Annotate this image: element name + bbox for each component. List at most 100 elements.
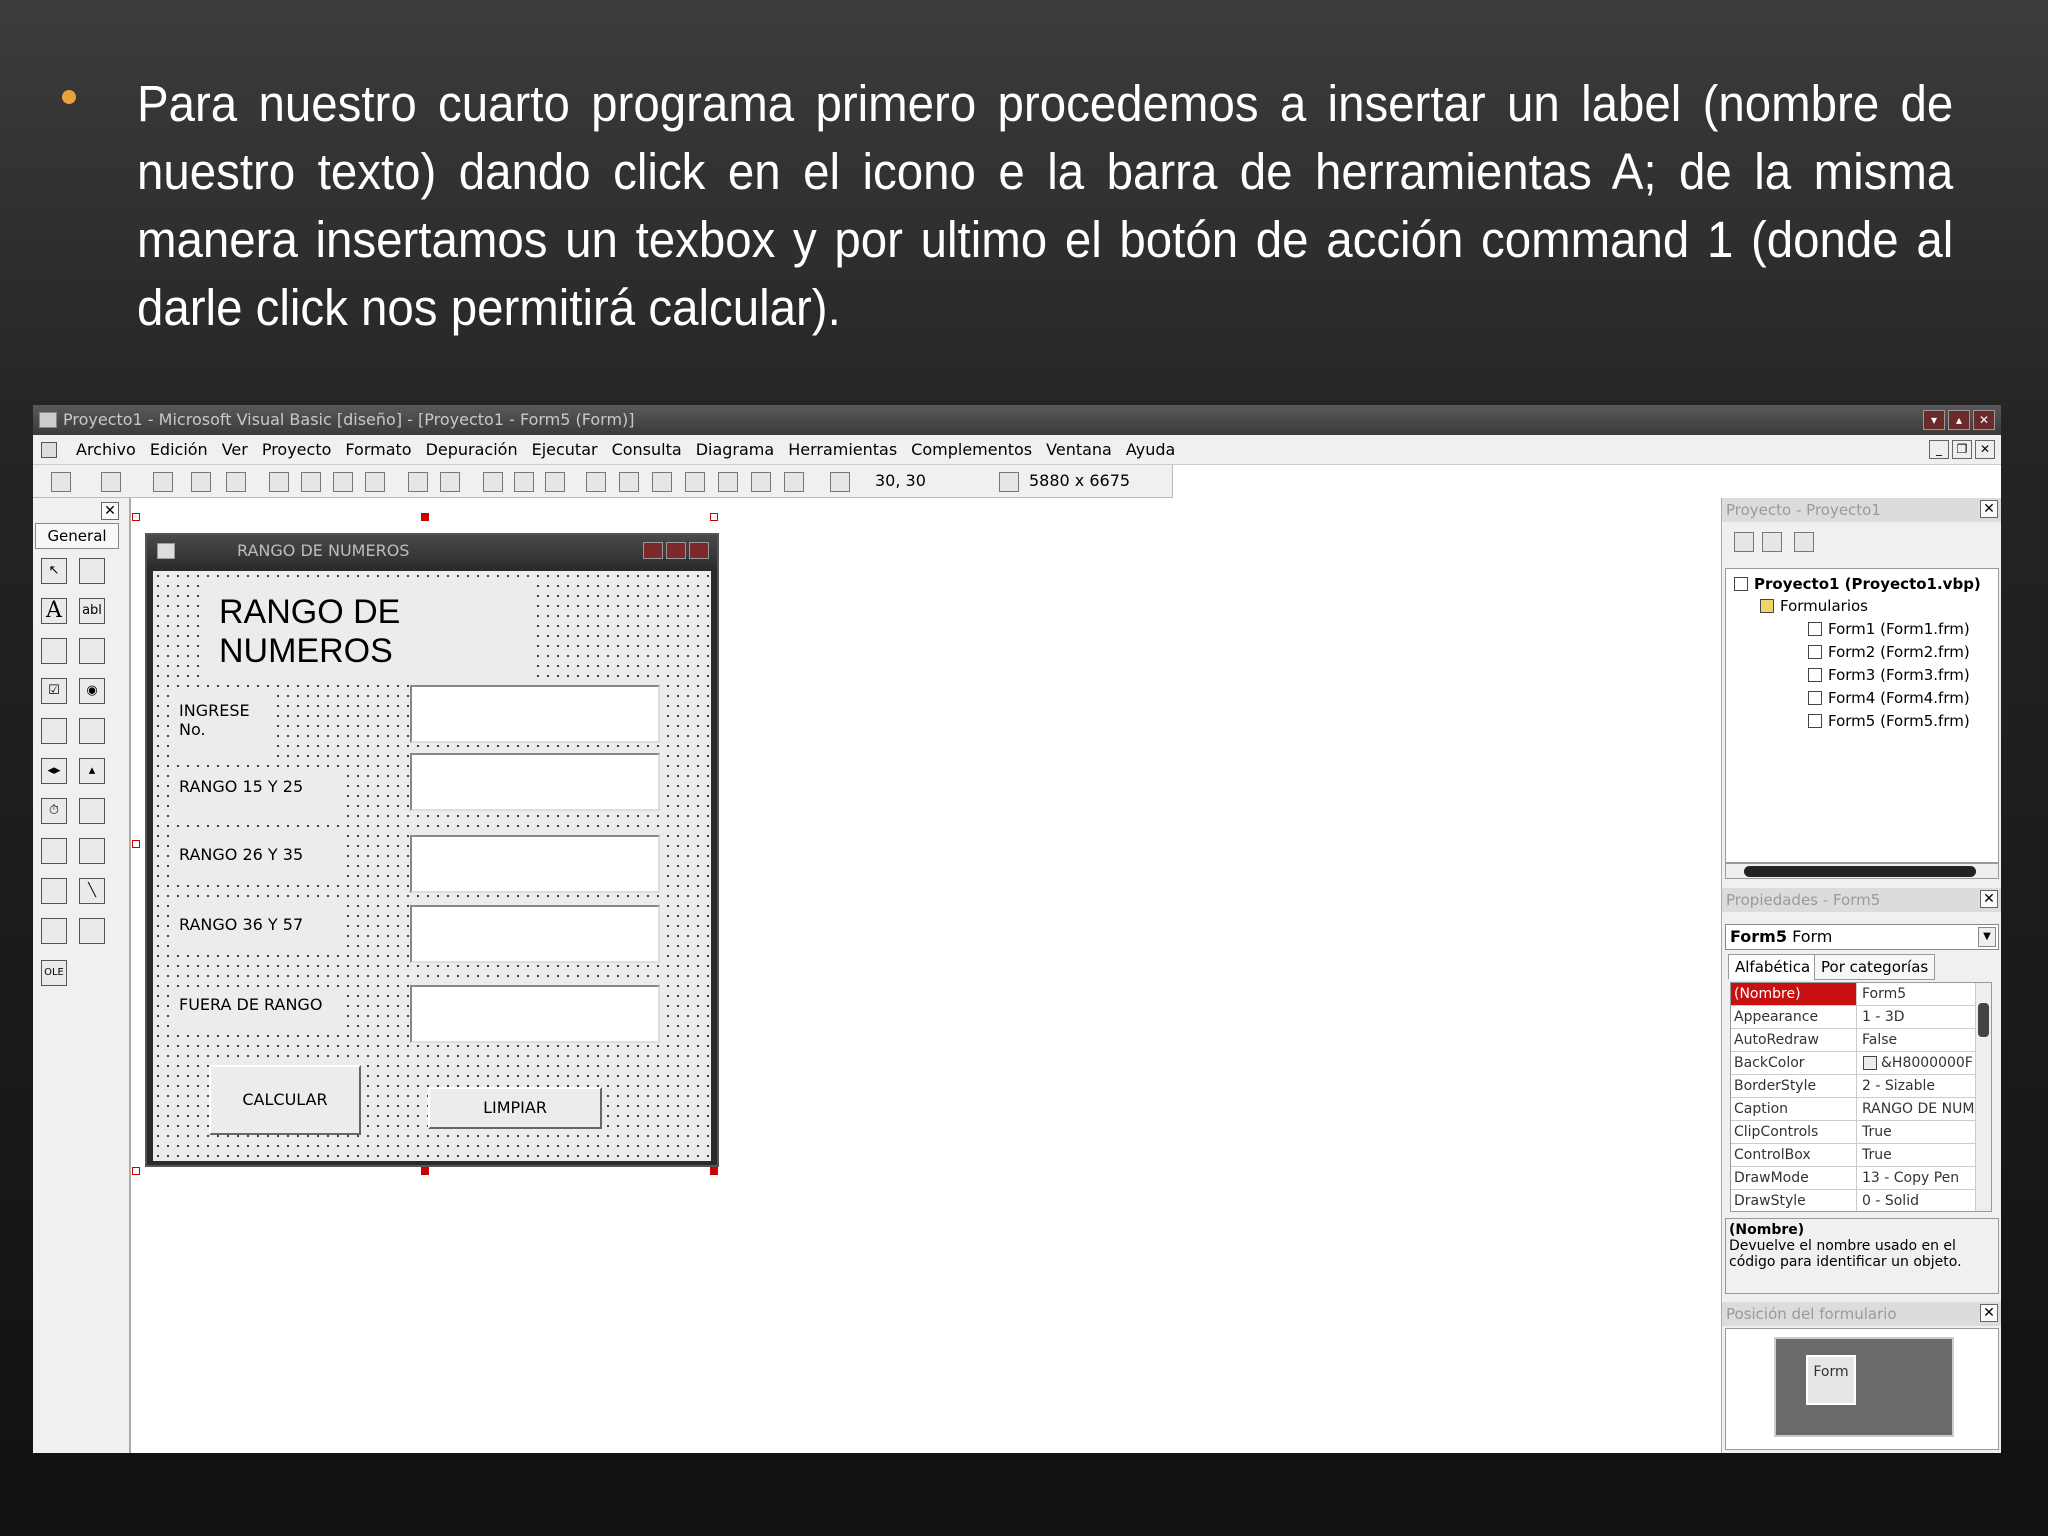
dirlistbox-icon[interactable] [41, 838, 67, 864]
data-view-icon[interactable] [751, 472, 771, 492]
property-value[interactable]: 13 - Copy Pen [1859, 1167, 1975, 1189]
properties-close-icon[interactable]: ✕ [1980, 890, 1998, 908]
object-selector[interactable]: Form5 Form ▼ [1725, 924, 1999, 950]
textbox-fuera-de-rango[interactable] [410, 985, 660, 1043]
tree-item-form4[interactable]: Form4 (Form4.frm) [1808, 689, 1970, 707]
drivelistbox-icon[interactable] [79, 798, 105, 824]
cut-icon[interactable] [269, 472, 289, 492]
project-explorer-icon[interactable] [586, 472, 606, 492]
textbox-rango-36-57[interactable] [410, 905, 660, 963]
ole-icon[interactable]: OLE [41, 960, 67, 986]
mdi-close-icon[interactable]: ✕ [1975, 440, 1995, 459]
frame-icon[interactable] [41, 638, 67, 664]
resize-handle[interactable] [710, 1167, 718, 1175]
data-icon[interactable] [79, 918, 105, 944]
property-value[interactable]: RANGO DE NUMI [1859, 1098, 1975, 1120]
close-icon[interactable]: ✕ [1973, 410, 1995, 430]
open-icon[interactable] [191, 472, 211, 492]
properties-vscrollbar[interactable] [1975, 983, 1991, 1211]
paste-icon[interactable] [333, 472, 353, 492]
property-row[interactable]: Caption RANGO DE NUMI [1731, 1098, 1975, 1121]
property-row[interactable]: BackColor &H8000000F [1731, 1052, 1975, 1075]
toolbox-tab-general[interactable]: General [35, 523, 119, 549]
textbox-icon[interactable]: abl [79, 598, 105, 624]
resize-handle[interactable] [132, 1167, 140, 1175]
property-value[interactable]: True [1859, 1121, 1975, 1143]
redo-icon[interactable] [440, 472, 460, 492]
checkbox-icon[interactable]: ☑ [41, 678, 67, 704]
tree-root[interactable]: Proyecto1 (Proyecto1.vbp) [1734, 575, 1981, 593]
property-row[interactable]: ClipControls True [1731, 1121, 1975, 1144]
property-value[interactable]: 2 - Sizable [1859, 1075, 1975, 1097]
image-icon[interactable] [41, 918, 67, 944]
tree-item-form1[interactable]: Form1 (Form1.frm) [1808, 620, 1970, 638]
menu-diagrama[interactable]: Diagrama [689, 440, 782, 459]
resize-handle[interactable] [132, 513, 140, 521]
vscrollbar-icon[interactable]: ▴ [79, 758, 105, 784]
timer-icon[interactable]: ⏱ [41, 798, 67, 824]
menu-ventana[interactable]: Ventana [1039, 440, 1119, 459]
menu-depuracion[interactable]: Depuración [419, 440, 525, 459]
form-close-icon[interactable] [689, 542, 709, 559]
menu-ver[interactable]: Ver [215, 440, 255, 459]
label-rango-36-57[interactable]: RANGO 36 Y 57 [177, 905, 345, 955]
textbox-rango-26-35[interactable] [410, 835, 660, 893]
save-icon[interactable] [226, 472, 246, 492]
calcular-button[interactable]: CALCULAR [209, 1065, 361, 1135]
filelistbox-icon[interactable] [79, 838, 105, 864]
property-value[interactable]: Form5 [1859, 983, 1975, 1005]
object-browser-icon[interactable] [685, 472, 705, 492]
menu-edicion[interactable]: Edición [143, 440, 215, 459]
project-hscrollbar[interactable] [1725, 863, 1999, 879]
menu-formato[interactable]: Formato [338, 440, 418, 459]
menu-proyecto[interactable]: Proyecto [255, 440, 339, 459]
toolbox-close-icon[interactable]: ✕ [101, 502, 119, 520]
textbox-rango-15-25[interactable] [410, 753, 660, 811]
property-value[interactable]: 0 - Solid [1859, 1190, 1975, 1211]
picturebox-icon[interactable] [79, 558, 105, 584]
toolbox-icon[interactable] [718, 472, 738, 492]
undo-icon[interactable] [408, 472, 428, 492]
form-layout-icon[interactable] [652, 472, 672, 492]
tree-item-form3[interactable]: Form3 (Form3.frm) [1808, 666, 1970, 684]
form-maximize-icon[interactable] [666, 542, 686, 559]
chevron-down-icon[interactable]: ▼ [1978, 927, 1996, 947]
label-fuera-de-rango[interactable]: FUERA DE RANGO [177, 987, 345, 1031]
commandbutton-icon[interactable] [79, 638, 105, 664]
tab-alfabetica[interactable]: Alfabética [1728, 954, 1818, 980]
maximize-icon[interactable]: ▴ [1948, 410, 1970, 430]
menu-herramientas[interactable]: Herramientas [781, 440, 904, 459]
label-rango-15-25[interactable]: RANGO 15 Y 25 [177, 767, 345, 817]
mdi-minimize-icon[interactable]: _ [1929, 440, 1949, 459]
property-row[interactable]: AutoRedraw False [1731, 1029, 1975, 1052]
property-row[interactable]: Appearance 1 - 3D [1731, 1006, 1975, 1029]
tab-por-categorias[interactable]: Por categorías [1814, 954, 1936, 980]
limpiar-button[interactable]: LIMPIAR [428, 1087, 602, 1129]
property-value[interactable]: 1 - 3D [1859, 1006, 1975, 1028]
tree-item-form2[interactable]: Form2 (Form2.frm) [1808, 643, 1970, 661]
resize-handle[interactable] [421, 513, 429, 521]
tree-folder[interactable]: Formularios [1760, 597, 1868, 615]
form-minimize-icon[interactable] [643, 542, 663, 559]
resize-handle[interactable] [132, 840, 140, 848]
menu-ejecutar[interactable]: Ejecutar [525, 440, 605, 459]
scroll-thumb[interactable] [1744, 866, 1976, 877]
combobox-icon[interactable] [41, 718, 67, 744]
line-icon[interactable]: ╲ [79, 878, 105, 904]
property-row[interactable]: DrawStyle 0 - Solid [1731, 1190, 1975, 1211]
shape-icon[interactable] [41, 878, 67, 904]
property-row[interactable]: (Nombre) Form5 [1731, 983, 1975, 1006]
add-form-icon[interactable] [101, 472, 121, 492]
stop-icon[interactable] [545, 472, 565, 492]
menu-editor-icon[interactable] [153, 472, 173, 492]
menu-archivo[interactable]: Archivo [69, 440, 143, 459]
label-rango-26-35[interactable]: RANGO 26 Y 35 [177, 835, 345, 885]
pointer-icon[interactable]: ↖ [41, 558, 67, 584]
copy-icon[interactable] [301, 472, 321, 492]
mini-form[interactable]: Form [1806, 1355, 1856, 1405]
minimize-icon[interactable]: ▾ [1923, 410, 1945, 430]
optionbutton-icon[interactable]: ◉ [79, 678, 105, 704]
property-value[interactable]: False [1859, 1029, 1975, 1051]
heading-label[interactable]: RANGO DE NUMEROS [199, 583, 537, 685]
property-value[interactable]: True [1859, 1144, 1975, 1166]
